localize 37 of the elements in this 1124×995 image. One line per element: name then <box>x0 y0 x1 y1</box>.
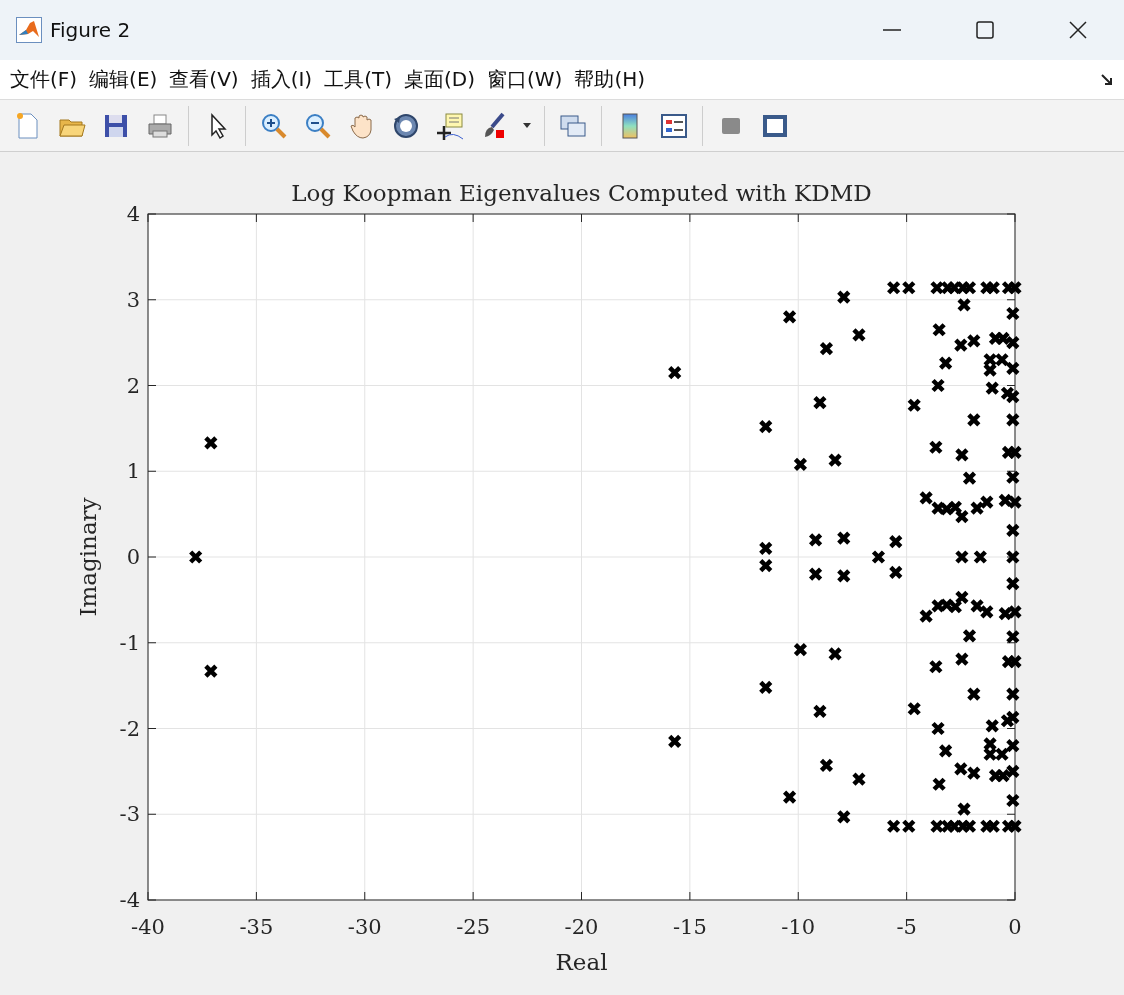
maximize-icon <box>974 20 995 40</box>
tick-label: 4 <box>126 202 140 226</box>
axis-label: Real <box>555 949 608 975</box>
tick-label: -1 <box>119 630 140 655</box>
menu-item[interactable]: 桌面(D) <box>398 66 481 93</box>
close-icon <box>1067 20 1088 40</box>
dock-arrow-icon <box>1100 72 1114 87</box>
menu-item[interactable]: 编辑(E) <box>83 66 164 93</box>
tick-label: -3 <box>119 802 140 827</box>
tick-label: -25 <box>456 915 491 939</box>
menu-item[interactable]: 插入(I) <box>244 66 319 93</box>
axis-label: Imaginary <box>75 497 101 617</box>
matlab-logo-icon <box>16 17 42 43</box>
tick-label: -20 <box>564 915 599 939</box>
caret-icon <box>523 123 531 128</box>
tick-label: -2 <box>119 716 140 741</box>
tick-label: -4 <box>119 888 140 912</box>
tick-label: 1 <box>126 459 140 484</box>
tick-label: -35 <box>239 915 274 939</box>
tick-label: 0 <box>1008 915 1022 939</box>
tick-label: 0 <box>126 545 140 569</box>
tick-label: 3 <box>126 287 140 312</box>
menu-item[interactable]: 文件(F) <box>4 66 84 93</box>
tick-label: -10 <box>781 915 816 939</box>
window-title: Figure 2 <box>50 18 132 42</box>
tick-label: -40 <box>131 915 165 939</box>
data-cursor-icon <box>435 110 465 141</box>
tick-label: -15 <box>672 915 707 939</box>
chart-title: Log Koopman Eigenvalues Computed with KDMD <box>291 180 872 206</box>
tick-label: -30 <box>347 915 382 939</box>
tick-label: 2 <box>126 373 140 398</box>
tick-label: -5 <box>896 915 917 939</box>
menu-item[interactable]: 工具(T) <box>318 66 398 93</box>
minimize-icon <box>882 29 901 31</box>
menu-item[interactable]: 查看(V) <box>163 66 245 93</box>
menu-item[interactable]: 帮助(H) <box>568 66 652 93</box>
menu-item[interactable]: 窗口(W) <box>481 66 569 93</box>
